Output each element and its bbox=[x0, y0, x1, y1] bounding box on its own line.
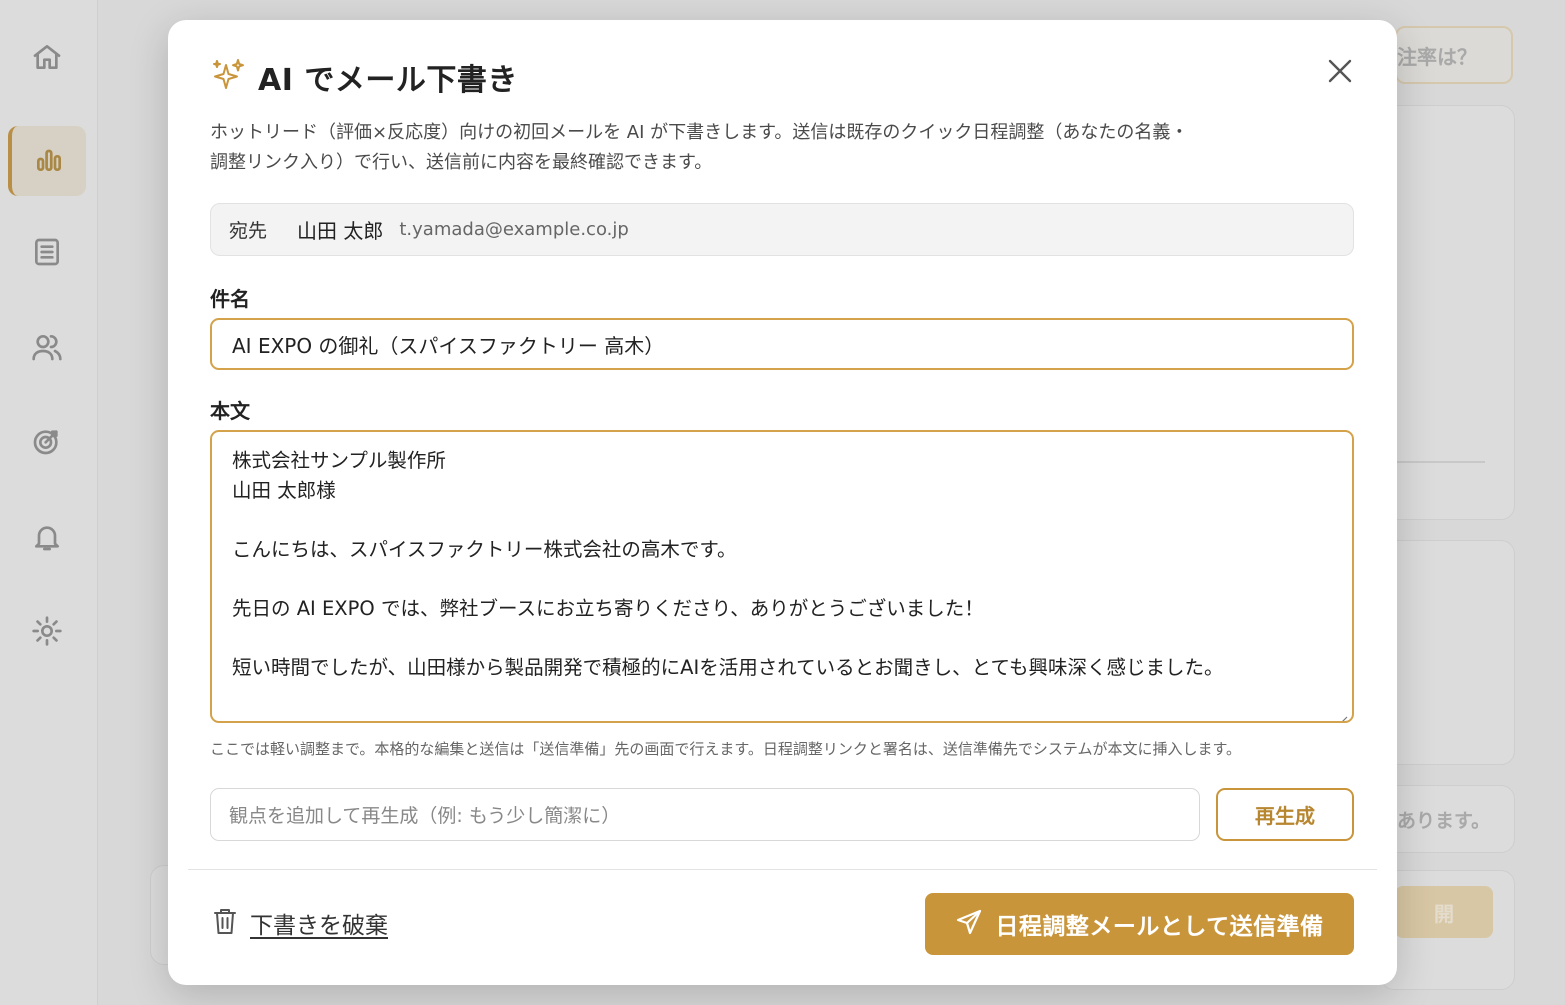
body-line: 短い時間でしたが、山田様から製品開発で積極的にAIを活用されているとお聞きし、と… bbox=[232, 656, 1224, 679]
home-icon bbox=[31, 41, 63, 77]
body-line bbox=[232, 624, 1332, 653]
sidebar-item-notifications[interactable] bbox=[8, 504, 86, 574]
discard-draft-button[interactable]: 下書きを破棄 bbox=[212, 906, 388, 940]
footer-divider bbox=[188, 869, 1377, 870]
background-card bbox=[1380, 105, 1515, 520]
sidebar bbox=[0, 0, 98, 1005]
send-icon bbox=[955, 908, 983, 940]
background-card bbox=[1380, 540, 1515, 765]
sidebar-item-settings[interactable] bbox=[8, 598, 86, 668]
close-button[interactable] bbox=[1323, 54, 1357, 88]
body-line bbox=[232, 565, 1332, 594]
background-divider bbox=[1397, 461, 1485, 463]
trash-icon bbox=[212, 906, 238, 940]
body-label: 本文 bbox=[210, 399, 250, 423]
sparkle-icon bbox=[210, 57, 246, 97]
recipient-label: 宛先 bbox=[229, 220, 268, 242]
recipient-name: 山田 太郎 bbox=[297, 219, 384, 243]
recipient-email: t.yamada@example.co.jp bbox=[399, 219, 629, 240]
body-line: こんにちは、スパイスファクトリー株式会社の高木です。 bbox=[232, 538, 737, 561]
body-line: 山田 太郎様 bbox=[232, 479, 336, 502]
close-icon bbox=[1323, 59, 1357, 92]
users-icon bbox=[31, 331, 63, 367]
sidebar-item-target[interactable] bbox=[8, 408, 86, 478]
ai-draft-dialog: AI でメール下書き ホットリード（評価×反応度）向けの初回メールを AI が下… bbox=[168, 20, 1397, 985]
body-line bbox=[232, 506, 1332, 535]
resize-handle-icon[interactable] bbox=[1336, 705, 1348, 721]
prepare-send-label: 日程調整メールとして送信準備 bbox=[995, 914, 1324, 940]
sidebar-item-list[interactable] bbox=[8, 219, 86, 289]
prepare-send-button[interactable]: 日程調整メールとして送信準備 bbox=[925, 893, 1354, 955]
list-icon bbox=[31, 236, 63, 272]
dialog-title: AI でメール下書き bbox=[258, 63, 518, 98]
discard-draft-label: 下書きを破棄 bbox=[250, 913, 388, 939]
bar-chart-icon bbox=[33, 143, 65, 179]
description-line: ホットリード（評価×反応度）向けの初回メールを AI が下書きします。送信は既存… bbox=[210, 122, 1189, 143]
body-line: 先日の AI EXPO では、弊社ブースにお立ち寄りくださり、ありがとうございま… bbox=[232, 597, 984, 620]
subject-label: 件名 bbox=[210, 287, 250, 311]
background-button[interactable]: 開 bbox=[1395, 886, 1493, 938]
bell-icon bbox=[31, 521, 63, 557]
target-icon bbox=[31, 425, 63, 461]
regenerate-placeholder: 観点を追加して再生成（例: もう少し簡潔に） bbox=[229, 805, 621, 827]
sidebar-item-users[interactable] bbox=[8, 314, 86, 384]
recipient-box: 宛先 山田 太郎 t.yamada@example.co.jp bbox=[210, 203, 1354, 256]
regenerate-button[interactable]: 再生成 bbox=[1216, 788, 1354, 841]
hint-text: ここでは軽い調整まで。本格的な編集と送信は「送信準備」先の画面で行えます。日程調… bbox=[210, 740, 1241, 758]
sidebar-item-analytics[interactable] bbox=[8, 126, 86, 196]
body-line: 株式会社サンプル製作所 bbox=[232, 449, 446, 472]
dialog-header: AI でメール下書き bbox=[210, 55, 518, 99]
gear-icon bbox=[31, 615, 63, 651]
sidebar-item-home[interactable] bbox=[8, 24, 86, 94]
regenerate-input[interactable]: 観点を追加して再生成（例: もう少し簡潔に） bbox=[210, 788, 1200, 841]
dialog-description: ホットリード（評価×反応度）向けの初回メールを AI が下書きします。送信は既存… bbox=[210, 118, 1330, 178]
subject-input[interactable] bbox=[210, 318, 1354, 370]
background-text: あります。 bbox=[1397, 810, 1491, 832]
description-line: 調整リンク入り）で行い、送信前に内容を最終確認できます。 bbox=[210, 152, 713, 173]
background-chip[interactable]: 注率は？ bbox=[1395, 26, 1513, 84]
body-textarea[interactable]: 株式会社サンプル製作所 山田 太郎様 こんにちは、スパイスファクトリー株式会社の… bbox=[210, 430, 1354, 723]
